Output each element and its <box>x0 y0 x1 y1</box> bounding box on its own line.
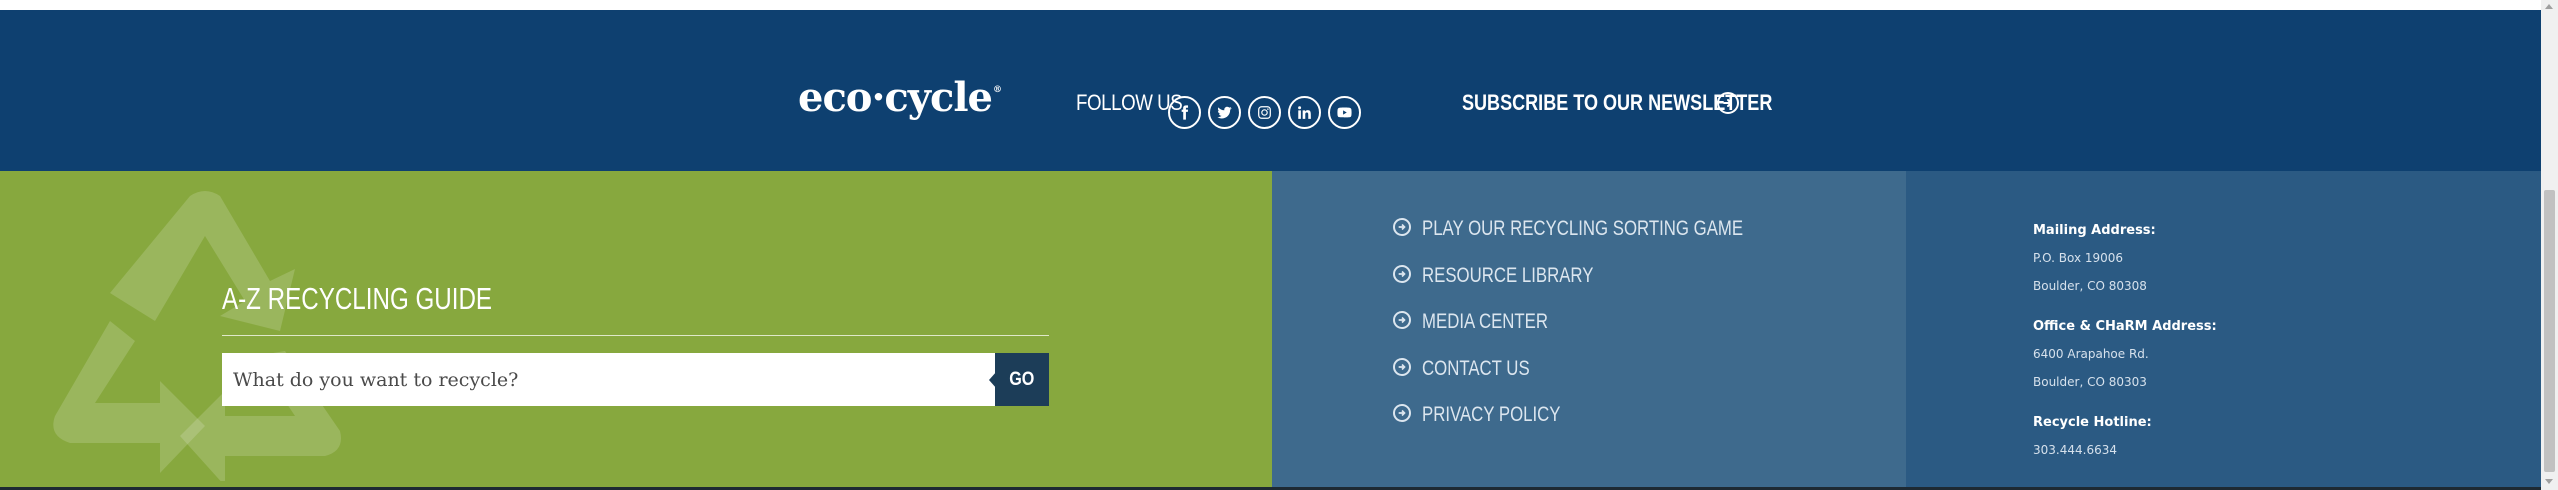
subscribe-label: SUBSCRIBE TO OUR NEWSLETTER <box>1462 90 1773 115</box>
recycling-guide-panel: A-Z RECYCLING GUIDE GO <box>0 171 1272 487</box>
footer-links-panel: PLAY OUR RECYCLING SORTING GAME RESOURCE… <box>1272 171 1906 487</box>
recycle-hotline-number[interactable]: 303.444.6634 <box>2033 443 2117 457</box>
go-button[interactable]: GO <box>995 353 1049 406</box>
recycling-guide-title: A-Z RECYCLING GUIDE <box>222 281 493 316</box>
recycle-hotline-heading: Recycle Hotline: <box>2033 415 2152 430</box>
address-panel: Mailing Address: P.O. Box 19006 Boulder,… <box>1906 171 2541 487</box>
mailing-address-heading: Mailing Address: <box>2033 223 2156 238</box>
office-address-heading: Office & CHaRM Address: <box>2033 319 2217 334</box>
scroll-down-arrow-icon[interactable] <box>2545 479 2553 484</box>
office-address-line: Boulder, CO 80303 <box>2033 375 2147 389</box>
link-label: PRIVACY POLICY <box>1422 403 1561 426</box>
link-recycling-sorting-game[interactable]: PLAY OUR RECYCLING SORTING GAME <box>1393 217 1823 240</box>
recycle-symbol-icon <box>53 191 341 481</box>
link-label: RESOURCE LIBRARY <box>1422 264 1594 287</box>
logo-text: eco·cycle <box>798 74 993 121</box>
link-label: PLAY OUR RECYCLING SORTING GAME <box>1422 217 1744 240</box>
top-strip <box>0 0 2558 10</box>
linkedin-icon[interactable] <box>1288 96 1321 129</box>
arrow-right-circle-icon <box>1393 264 1411 283</box>
instagram-icon[interactable] <box>1248 96 1281 129</box>
office-address-line: 6400 Arapahoe Rd. <box>2033 347 2149 361</box>
link-label: MEDIA CENTER <box>1422 310 1549 333</box>
footer-header-bar: eco·cycle® FOLLOW US SUBSCRIBE TO OUR NE… <box>0 10 2541 171</box>
link-contact-us[interactable]: CONTACT US <box>1393 357 1557 380</box>
eco-cycle-logo[interactable]: eco·cycle® <box>798 78 1002 118</box>
link-resource-library[interactable]: RESOURCE LIBRARY <box>1393 264 1636 287</box>
mailing-address-line: P.O. Box 19006 <box>2033 251 2124 265</box>
scrollbar-thumb[interactable] <box>2544 190 2555 472</box>
scroll-up-arrow-icon[interactable] <box>2545 4 2553 9</box>
registered-mark: ® <box>993 85 1002 95</box>
title-divider <box>222 335 1049 336</box>
arrow-right-circle-icon <box>1393 217 1411 236</box>
youtube-icon[interactable] <box>1328 96 1361 129</box>
twitter-icon[interactable] <box>1208 96 1241 129</box>
recycling-search-input[interactable] <box>222 353 997 406</box>
mailing-address-line: Boulder, CO 80308 <box>2033 279 2147 293</box>
link-label: CONTACT US <box>1422 357 1530 380</box>
subscribe-newsletter-link[interactable]: SUBSCRIBE TO OUR NEWSLETTER <box>1462 90 1773 115</box>
arrow-right-circle-icon <box>1393 357 1411 376</box>
arrow-right-circle-icon <box>1393 403 1411 422</box>
arrow-right-circle-icon <box>1393 310 1411 329</box>
link-media-center[interactable]: MEDIA CENTER <box>1393 310 1580 333</box>
link-privacy-policy[interactable]: PRIVACY POLICY <box>1393 403 1595 426</box>
go-label: GO <box>1009 368 1035 390</box>
follow-us-label: FOLLOW US <box>1076 90 1183 115</box>
facebook-icon[interactable] <box>1168 96 1201 129</box>
